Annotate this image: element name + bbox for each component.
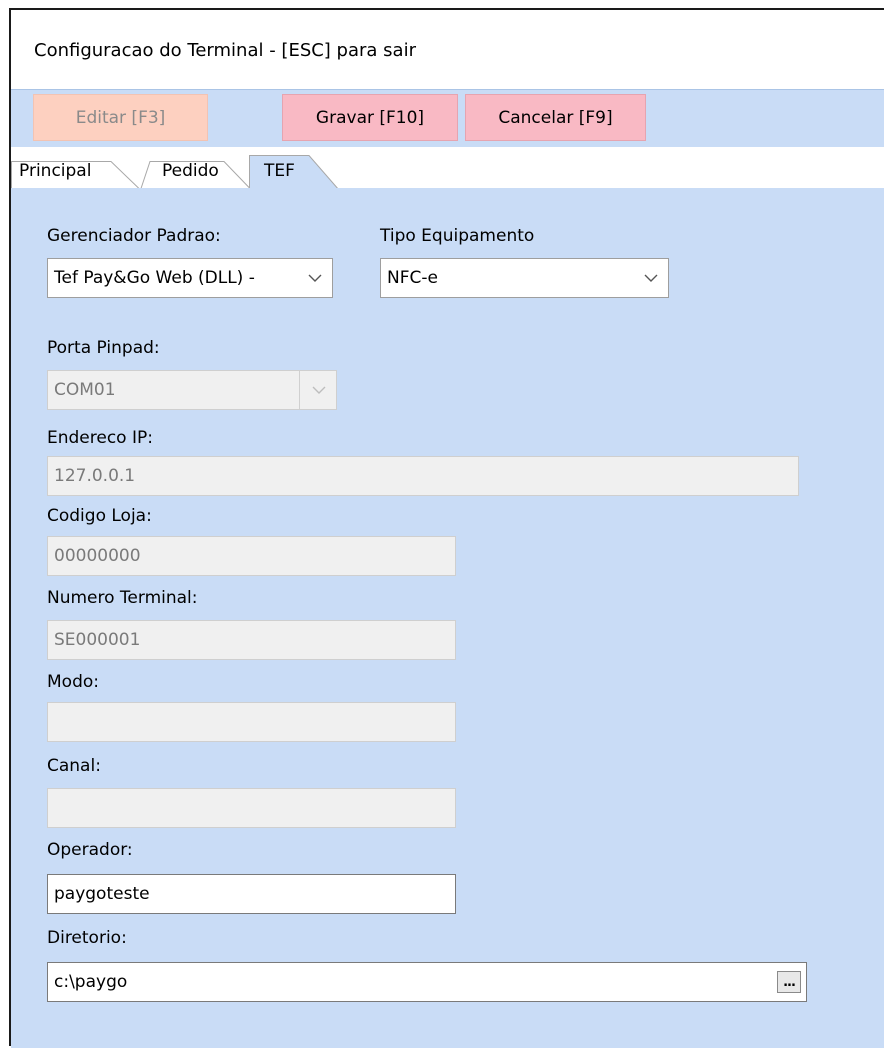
chevron-down-icon bbox=[640, 259, 662, 297]
operador-label: Operador: bbox=[47, 840, 133, 860]
gerenciador-select[interactable]: Tef Pay&Go Web (DLL) - bbox=[47, 258, 333, 298]
tab-tef-shape bbox=[249, 155, 340, 190]
gerenciador-label: Gerenciador Padrao: bbox=[47, 226, 221, 246]
tab-principal[interactable]: Principal bbox=[11, 153, 141, 189]
tab-strip: Principal Pedido TEF bbox=[11, 147, 884, 190]
porta-pinpad-label: Porta Pinpad: bbox=[47, 338, 160, 358]
tipo-equipamento-label: Tipo Equipamento bbox=[380, 226, 535, 246]
title-bar: Configuracao do Terminal - [ESC] para sa… bbox=[11, 10, 884, 88]
numero-terminal-input[interactable]: SE000001 bbox=[47, 620, 456, 660]
diretorio-value: c:\paygo bbox=[54, 972, 128, 992]
edit-button[interactable]: Editar [F3] bbox=[33, 94, 208, 141]
tab-pedido[interactable]: Pedido bbox=[140, 153, 252, 189]
toolbar: Editar [F3] Gravar [F10] Cancelar [F9] bbox=[11, 89, 884, 148]
modo-label: Modo: bbox=[47, 672, 99, 692]
porta-pinpad-value: COM01 bbox=[54, 380, 116, 400]
tab-pedido-label: Pedido bbox=[162, 161, 219, 181]
terminal-config-window: Configuracao do Terminal - [ESC] para sa… bbox=[9, 8, 884, 1048]
chevron-down-icon bbox=[304, 259, 326, 297]
save-button[interactable]: Gravar [F10] bbox=[282, 94, 458, 141]
window-title: Configuracao do Terminal - [ESC] para sa… bbox=[34, 40, 416, 61]
codigo-loja-input[interactable]: 00000000 bbox=[47, 536, 456, 576]
tipo-equipamento-value: NFC-e bbox=[387, 268, 438, 288]
endereco-ip-label: Endereco IP: bbox=[47, 428, 153, 448]
chevron-down-icon bbox=[308, 371, 330, 409]
tab-tef[interactable]: TEF bbox=[249, 153, 340, 190]
gerenciador-value: Tef Pay&Go Web (DLL) - bbox=[54, 268, 255, 288]
endereco-ip-input[interactable]: 127.0.0.1 bbox=[47, 456, 799, 496]
diretorio-input[interactable]: c:\paygo ... bbox=[47, 962, 807, 1002]
tipo-equipamento-select[interactable]: NFC-e bbox=[380, 258, 669, 298]
codigo-loja-label: Codigo Loja: bbox=[47, 506, 152, 526]
tab-principal-label: Principal bbox=[19, 161, 92, 181]
canal-label: Canal: bbox=[47, 756, 101, 776]
combo-separator bbox=[299, 371, 300, 409]
cancel-button[interactable]: Cancelar [F9] bbox=[465, 94, 646, 141]
browse-button[interactable]: ... bbox=[777, 971, 801, 993]
canal-input[interactable] bbox=[47, 788, 456, 828]
ellipsis-icon: ... bbox=[783, 974, 796, 990]
modo-input[interactable] bbox=[47, 702, 456, 742]
operador-input[interactable]: paygoteste bbox=[47, 874, 456, 914]
tef-tab-panel: Gerenciador Padrao: Tef Pay&Go Web (DLL)… bbox=[11, 188, 884, 1048]
numero-terminal-label: Numero Terminal: bbox=[47, 588, 198, 608]
porta-pinpad-select[interactable]: COM01 bbox=[47, 370, 337, 410]
diretorio-label: Diretorio: bbox=[47, 928, 127, 948]
tab-tef-label: TEF bbox=[264, 161, 295, 181]
